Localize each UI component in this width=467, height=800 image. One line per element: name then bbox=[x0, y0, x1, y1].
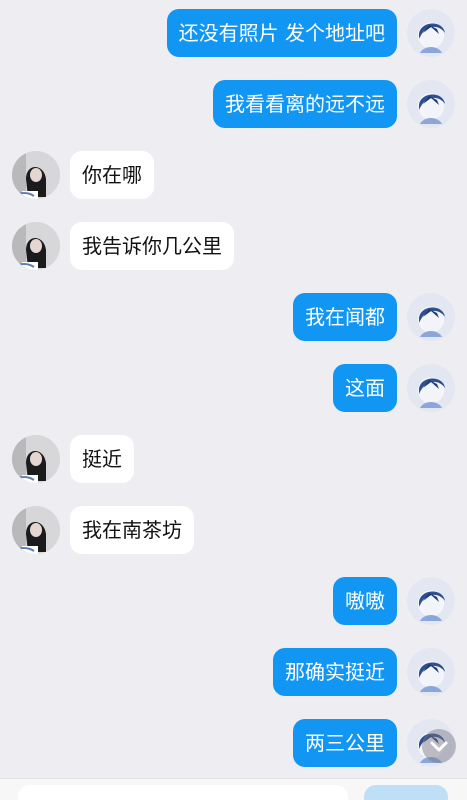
message-row: 这面 bbox=[0, 364, 467, 412]
my-avatar[interactable] bbox=[407, 577, 455, 625]
message-row: 两三公里 bbox=[0, 719, 467, 767]
message-row: 还没有照片 发个地址吧 bbox=[0, 9, 467, 57]
contact-avatar[interactable] bbox=[12, 506, 60, 554]
message-input[interactable] bbox=[18, 785, 348, 800]
my-avatar[interactable] bbox=[407, 80, 455, 128]
message-row: 挺近 bbox=[0, 435, 467, 483]
message-bubble-received[interactable]: 你在哪 bbox=[70, 151, 154, 199]
contact-avatar[interactable] bbox=[12, 222, 60, 270]
my-avatar[interactable] bbox=[407, 364, 455, 412]
message-bubble-sent[interactable]: 两三公里 bbox=[293, 719, 397, 767]
message-bubble-received[interactable]: 我在南茶坊 bbox=[70, 506, 194, 554]
message-row: 我在闻都 bbox=[0, 293, 467, 341]
scroll-down-button[interactable] bbox=[422, 729, 456, 763]
message-bubble-sent[interactable]: 那确实挺近 bbox=[273, 648, 397, 696]
message-bubble-sent[interactable]: 这面 bbox=[333, 364, 397, 412]
message-row: 我在南茶坊 bbox=[0, 506, 467, 554]
message-row: 我告诉你几公里 bbox=[0, 222, 467, 270]
my-avatar[interactable] bbox=[407, 648, 455, 696]
send-button[interactable] bbox=[364, 785, 448, 800]
input-bar bbox=[0, 778, 467, 800]
message-row: 那确实挺近 bbox=[0, 648, 467, 696]
message-row: 你在哪 bbox=[0, 151, 467, 199]
message-bubble-received[interactable]: 挺近 bbox=[70, 435, 134, 483]
message-row: 我看看离的远不远 bbox=[0, 80, 467, 128]
message-bubble-sent[interactable]: 嗷嗷 bbox=[333, 577, 397, 625]
chat-window[interactable]: 还没有照片 发个地址吧 我看看离的远不远 你在哪 我告诉你几公里 我在闻都 这面… bbox=[0, 0, 467, 800]
message-bubble-received[interactable]: 我告诉你几公里 bbox=[70, 222, 234, 270]
message-row: 嗷嗷 bbox=[0, 577, 467, 625]
message-bubble-sent[interactable]: 还没有照片 发个地址吧 bbox=[166, 9, 397, 57]
chevron-down-icon bbox=[430, 741, 448, 752]
message-bubble-sent[interactable]: 我看看离的远不远 bbox=[213, 80, 397, 128]
contact-avatar[interactable] bbox=[12, 435, 60, 483]
my-avatar[interactable] bbox=[407, 293, 455, 341]
contact-avatar[interactable] bbox=[12, 151, 60, 199]
my-avatar[interactable] bbox=[407, 9, 455, 57]
message-bubble-sent[interactable]: 我在闻都 bbox=[293, 293, 397, 341]
